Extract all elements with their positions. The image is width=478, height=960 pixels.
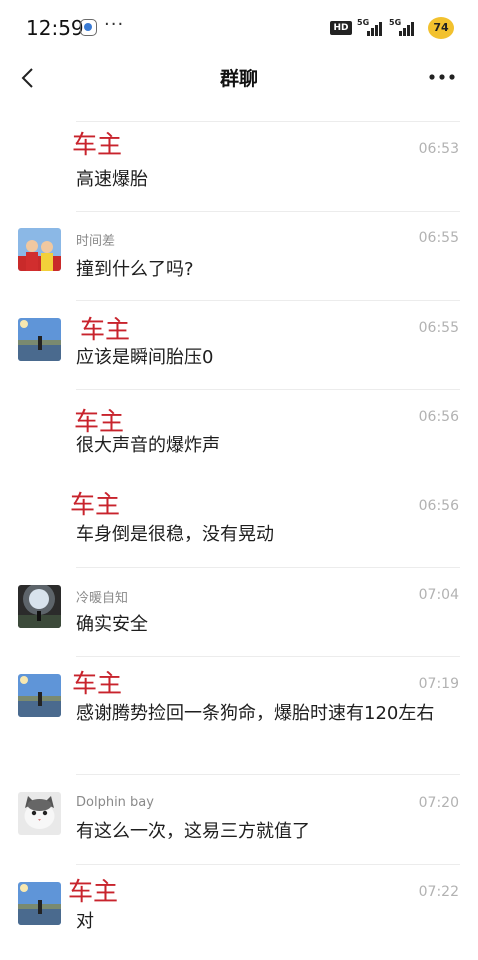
more-options-icon[interactable] [428, 72, 456, 82]
more-notifications-icon: ··· [104, 14, 125, 35]
divider [76, 389, 460, 390]
message-text: 很大声音的爆炸声 [76, 435, 220, 456]
status-time: 12:59 [26, 16, 84, 40]
signal-icon-sim1: 5G [357, 18, 385, 36]
divider [76, 300, 460, 301]
divider [76, 774, 460, 775]
avatar[interactable] [18, 674, 61, 717]
message-item[interactable]: 车主 07:19 感谢腾势捡回一条狗命，爆胎时速有120左右 [0, 656, 478, 774]
message-item[interactable]: 时间差 06:55 撞到什么了吗? [0, 211, 478, 300]
sender-name: 车主 [72, 669, 123, 698]
divider [76, 567, 460, 568]
sender-name: Dolphin bay [76, 795, 154, 810]
divider [76, 864, 460, 865]
message-text: 有这么一次，这易三方就值了 [76, 821, 310, 842]
divider [76, 656, 460, 657]
message-time: 06:53 [418, 141, 459, 157]
message-text: 应该是瞬间胎压0 [76, 347, 214, 368]
signal-icon-sim2: 5G [389, 18, 417, 36]
message-text: 撞到什么了吗? [76, 259, 194, 280]
divider [76, 211, 460, 212]
message-time: 07:04 [418, 587, 459, 603]
message-item[interactable]: Dolphin bay 07:20 有这么一次，这易三方就值了 [0, 774, 478, 864]
page-title: 群聊 [219, 68, 258, 90]
message-time: 06:55 [418, 230, 459, 246]
message-time: 07:19 [418, 676, 459, 692]
app-notification-icon [80, 19, 97, 36]
title-bar: 群聊 [0, 56, 478, 100]
sender-name: 车主 [70, 490, 121, 519]
message-item[interactable]: 车主 06:56 很大声音的爆炸声 [0, 389, 478, 478]
message-time: 06:56 [418, 409, 459, 425]
message-item[interactable]: 车主 07:22 对 [0, 864, 478, 960]
avatar[interactable] [18, 228, 61, 271]
message-time: 07:22 [418, 884, 459, 900]
sender-name: 车主 [80, 315, 131, 344]
message-item[interactable]: 车主 06:53 高速爆胎 [0, 121, 478, 211]
hd-voice-icon: HD [330, 21, 352, 35]
sender-name: 时间差 [76, 234, 116, 249]
message-time: 06:55 [418, 320, 459, 336]
battery-icon: 74 [428, 17, 454, 39]
message-text: 高速爆胎 [76, 169, 148, 190]
avatar[interactable] [18, 882, 61, 925]
message-text: 感谢腾势捡回一条狗命，爆胎时速有120左右 [76, 703, 435, 724]
sender-name: 车主 [72, 130, 123, 159]
message-item[interactable]: 冷暖自知 07:04 确实安全 [0, 567, 478, 656]
divider [76, 121, 460, 122]
avatar[interactable] [18, 318, 61, 361]
message-text: 确实安全 [76, 614, 148, 635]
avatar[interactable] [18, 792, 61, 835]
message-time: 07:20 [418, 795, 459, 811]
message-text: 对 [76, 911, 94, 932]
sender-name: 车主 [68, 877, 119, 906]
avatar[interactable] [18, 585, 61, 628]
message-item[interactable]: 车主 06:55 应该是瞬间胎压0 [0, 300, 478, 389]
message-time: 06:56 [418, 498, 459, 514]
message-item[interactable]: 车主 06:56 车身倒是很稳，没有晃动 [0, 478, 478, 567]
status-bar: 12:59 ··· HD 5G 5G 74 [0, 0, 478, 56]
sender-name: 冷暖自知 [76, 591, 129, 606]
message-text: 车身倒是很稳，没有晃动 [76, 524, 274, 545]
